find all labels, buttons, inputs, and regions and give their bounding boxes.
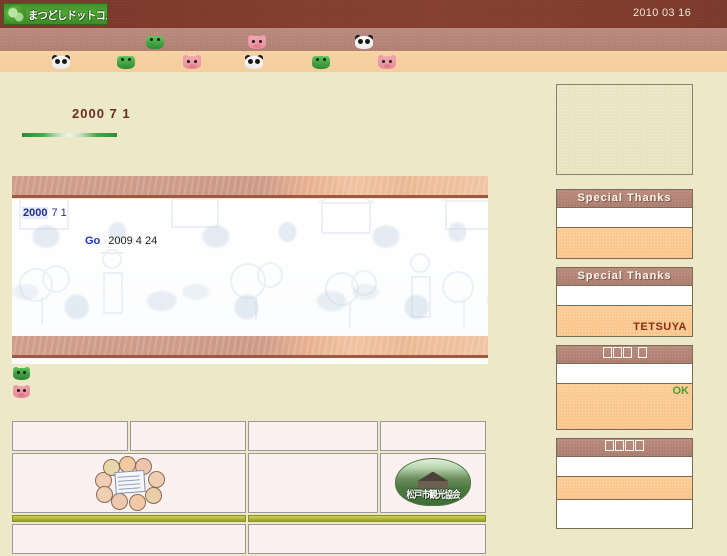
table-cell[interactable] xyxy=(380,421,486,451)
panel-footer-row[interactable] xyxy=(557,500,692,528)
panel-body xyxy=(557,477,692,500)
table-row: 松戸市観光協会 xyxy=(12,453,486,513)
panel-body: TETSUYA xyxy=(557,306,692,336)
main-content-column: 2000 7 1 2000 7 1 Go 2009 4 24 松戸市観光協会 xyxy=(0,72,545,556)
news-date-year: 2000 xyxy=(22,207,49,219)
table-cell[interactable] xyxy=(248,421,378,451)
leaf-sprout-icon xyxy=(6,6,26,23)
table-cell-people-banner[interactable] xyxy=(12,453,246,513)
site-header: まつどしドットコム 2010 03 16 xyxy=(0,0,727,28)
ad-placeholder[interactable] xyxy=(556,84,693,175)
boy-with-cap-and-trees-watermark xyxy=(441,199,488,327)
special-thanks-1: Special Thanks xyxy=(556,189,693,259)
panel-header xyxy=(557,439,692,457)
news-entry-date: 2009 4 24 xyxy=(108,235,158,247)
frog-icon xyxy=(13,367,30,380)
missing-glyph-box xyxy=(612,347,622,358)
panel-header: Special Thanks xyxy=(557,190,692,208)
panda-icon xyxy=(355,35,373,49)
pig-icon xyxy=(13,385,30,398)
news-entry: Go 2009 4 24 xyxy=(85,235,157,247)
panda-icon xyxy=(52,55,70,69)
links-panel xyxy=(556,438,693,529)
go-link[interactable]: Go xyxy=(85,235,100,247)
pig-icon xyxy=(183,55,201,69)
news-date-monthday: 7 1 xyxy=(51,207,67,219)
right-sidebar: Special Thanks Special Thanks TETSUYA OK xyxy=(556,84,693,537)
missing-glyph-box xyxy=(622,347,632,358)
tourism-logo-label: 松戸市観光協会 xyxy=(406,489,460,501)
section-top-bar xyxy=(12,176,488,198)
decoration-band-upper xyxy=(0,28,727,51)
pig-icon xyxy=(248,35,266,49)
section-bottom-bar xyxy=(12,336,488,358)
table-cell-tourism-logo[interactable]: 松戸市観光協会 xyxy=(380,453,486,513)
list-item[interactable] xyxy=(13,366,37,384)
panel-body: OK xyxy=(557,384,692,429)
panel-header xyxy=(557,346,692,364)
mini-icon-list xyxy=(13,366,37,402)
table-cell[interactable] xyxy=(248,524,486,554)
table-row xyxy=(12,524,486,554)
table-cell[interactable] xyxy=(130,421,246,451)
heading-divider xyxy=(22,133,117,137)
special-thanks-2: Special Thanks TETSUYA xyxy=(556,267,693,337)
list-item[interactable] xyxy=(13,384,37,402)
panel-input-row[interactable] xyxy=(557,457,692,477)
frog-icon xyxy=(117,55,135,69)
table-cell[interactable] xyxy=(12,421,128,451)
table-cell[interactable] xyxy=(248,453,378,513)
counter-panel: OK xyxy=(556,345,693,430)
frog-icon xyxy=(146,35,164,49)
site-logo-text: まつどしドットコム xyxy=(28,9,108,22)
boy-with-cap-and-trees-watermark xyxy=(168,199,283,321)
decoration-band-lower xyxy=(0,51,727,72)
credit-name: TETSUYA xyxy=(633,321,687,333)
table-cell[interactable] xyxy=(12,524,246,554)
table-divider-row xyxy=(12,515,486,522)
table-divider xyxy=(12,515,246,522)
missing-glyph-box xyxy=(605,440,614,451)
panel-input-row[interactable] xyxy=(557,364,692,384)
missing-glyph-box xyxy=(625,440,634,451)
missing-glyph-box xyxy=(635,440,644,451)
page-title: 2000 7 1 xyxy=(72,106,131,121)
panda-icon xyxy=(245,55,263,69)
site-logo[interactable]: まつどしドットコム xyxy=(3,3,108,25)
tourism-association-logo: 松戸市観光協会 xyxy=(395,457,471,506)
missing-glyph-box xyxy=(637,347,647,358)
frog-icon xyxy=(312,55,330,69)
status-badge: OK xyxy=(672,385,690,397)
pig-icon xyxy=(378,55,396,69)
panel-input-row[interactable] xyxy=(557,286,692,306)
people-banner-image xyxy=(93,455,165,511)
header-date: 2010 03 16 xyxy=(632,7,691,19)
news-date: 2000 7 1 xyxy=(22,207,67,219)
table-divider xyxy=(248,515,486,522)
table-row xyxy=(12,421,486,451)
missing-glyph-box xyxy=(615,440,624,451)
missing-glyph-box xyxy=(602,347,612,358)
panel-body xyxy=(557,228,692,258)
link-banner-table: 松戸市観光協会 xyxy=(10,419,488,556)
panel-input-row[interactable] xyxy=(557,208,692,228)
panel-header: Special Thanks xyxy=(557,268,692,286)
